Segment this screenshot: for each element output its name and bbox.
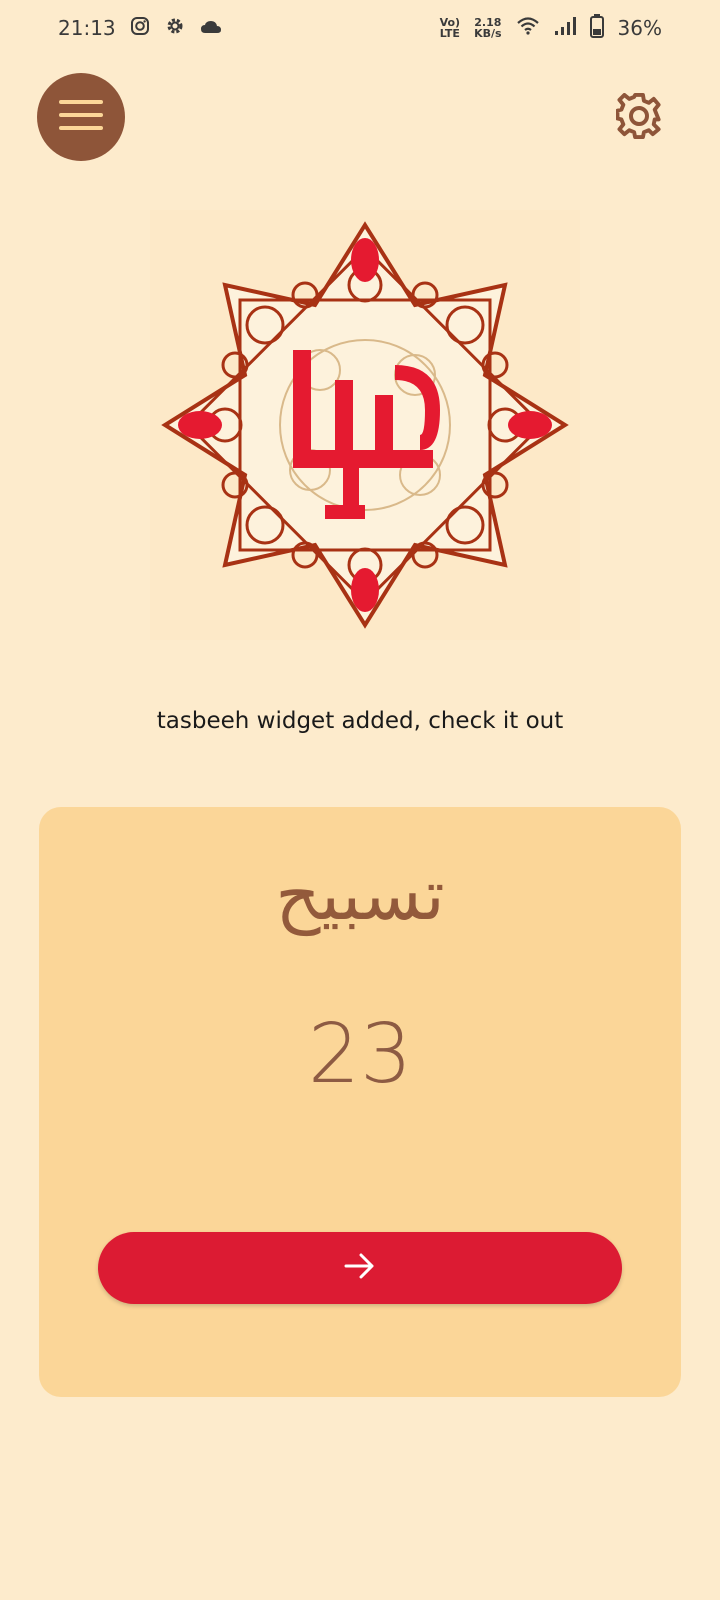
signal-icon [554, 16, 576, 41]
battery-percent: 36% [617, 16, 662, 40]
speed-unit: KB/s [474, 27, 502, 40]
settings-button[interactable] [614, 92, 664, 144]
gear-notification-icon [164, 15, 186, 42]
status-time: 21:13 [58, 16, 116, 40]
status-bar: 21:13 Vo) LTE 2.18 KB/s 36% [0, 0, 720, 56]
card-title: تسبيح [275, 854, 445, 936]
gear-icon [615, 92, 662, 144]
menu-button[interactable] [37, 73, 125, 161]
wifi-icon [516, 16, 540, 41]
tasbeeh-logo [150, 210, 580, 640]
next-button[interactable] [98, 1232, 622, 1304]
status-left: 21:13 [58, 15, 222, 42]
status-right: Vo) LTE 2.18 KB/s 36% [440, 13, 662, 43]
hamburger-menu-icon [59, 99, 103, 135]
widget-added-message: tasbeeh widget added, check it out [156, 708, 564, 734]
instagram-icon [130, 16, 150, 41]
tasbeeh-card: تسبيح 23 [39, 807, 681, 1397]
network-speed: 2.18 KB/s [474, 17, 501, 39]
tasbeeh-count: 23 [307, 1007, 413, 1102]
battery-icon [589, 13, 604, 43]
volte-indicator: Vo) LTE [440, 17, 461, 39]
arrow-right-icon [344, 1252, 376, 1285]
cloud-icon [200, 16, 222, 40]
volte-bottom-text: LTE [439, 27, 460, 40]
